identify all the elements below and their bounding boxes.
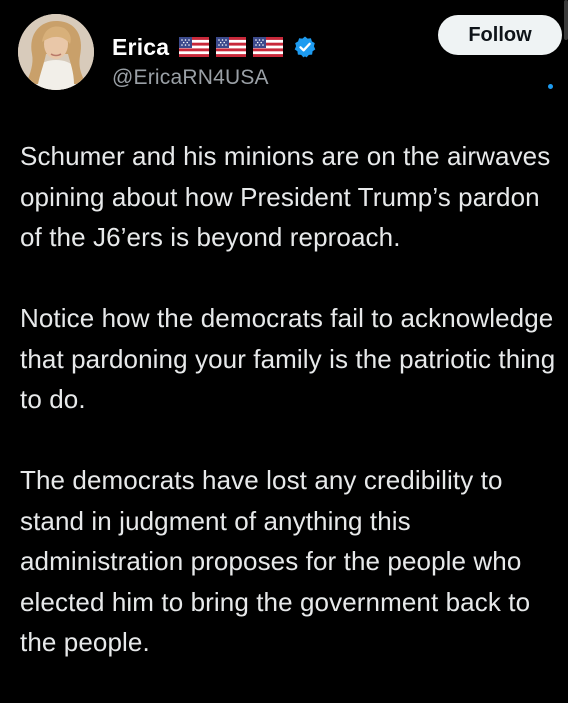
us-flag-icon	[179, 37, 210, 57]
verified-badge-icon[interactable]	[293, 35, 317, 59]
us-flag-icon	[216, 37, 247, 57]
post-paragraph: The democrats have lost any credibility …	[20, 465, 531, 657]
follow-button[interactable]: Follow	[438, 15, 562, 55]
us-flag-icon	[253, 37, 284, 57]
avatar-image	[18, 14, 94, 90]
post-header: Erica @EricaRN4USA Follow	[18, 14, 562, 94]
display-name[interactable]: Erica	[112, 34, 169, 61]
name-row: Erica	[112, 32, 317, 62]
post-paragraph: Notice how the democrats fail to acknowl…	[20, 303, 556, 414]
user-handle[interactable]: @EricaRN4USA	[112, 66, 269, 90]
post-card: Erica @EricaRN4USA Follow Schumer and hi…	[0, 0, 568, 700]
scrollbar[interactable]	[564, 0, 568, 40]
status-dot	[548, 84, 553, 89]
post-paragraph: Schumer and his minions are on the airwa…	[20, 141, 551, 252]
post-body: Schumer and his minions are on the airwa…	[20, 136, 560, 703]
avatar[interactable]	[18, 14, 94, 90]
